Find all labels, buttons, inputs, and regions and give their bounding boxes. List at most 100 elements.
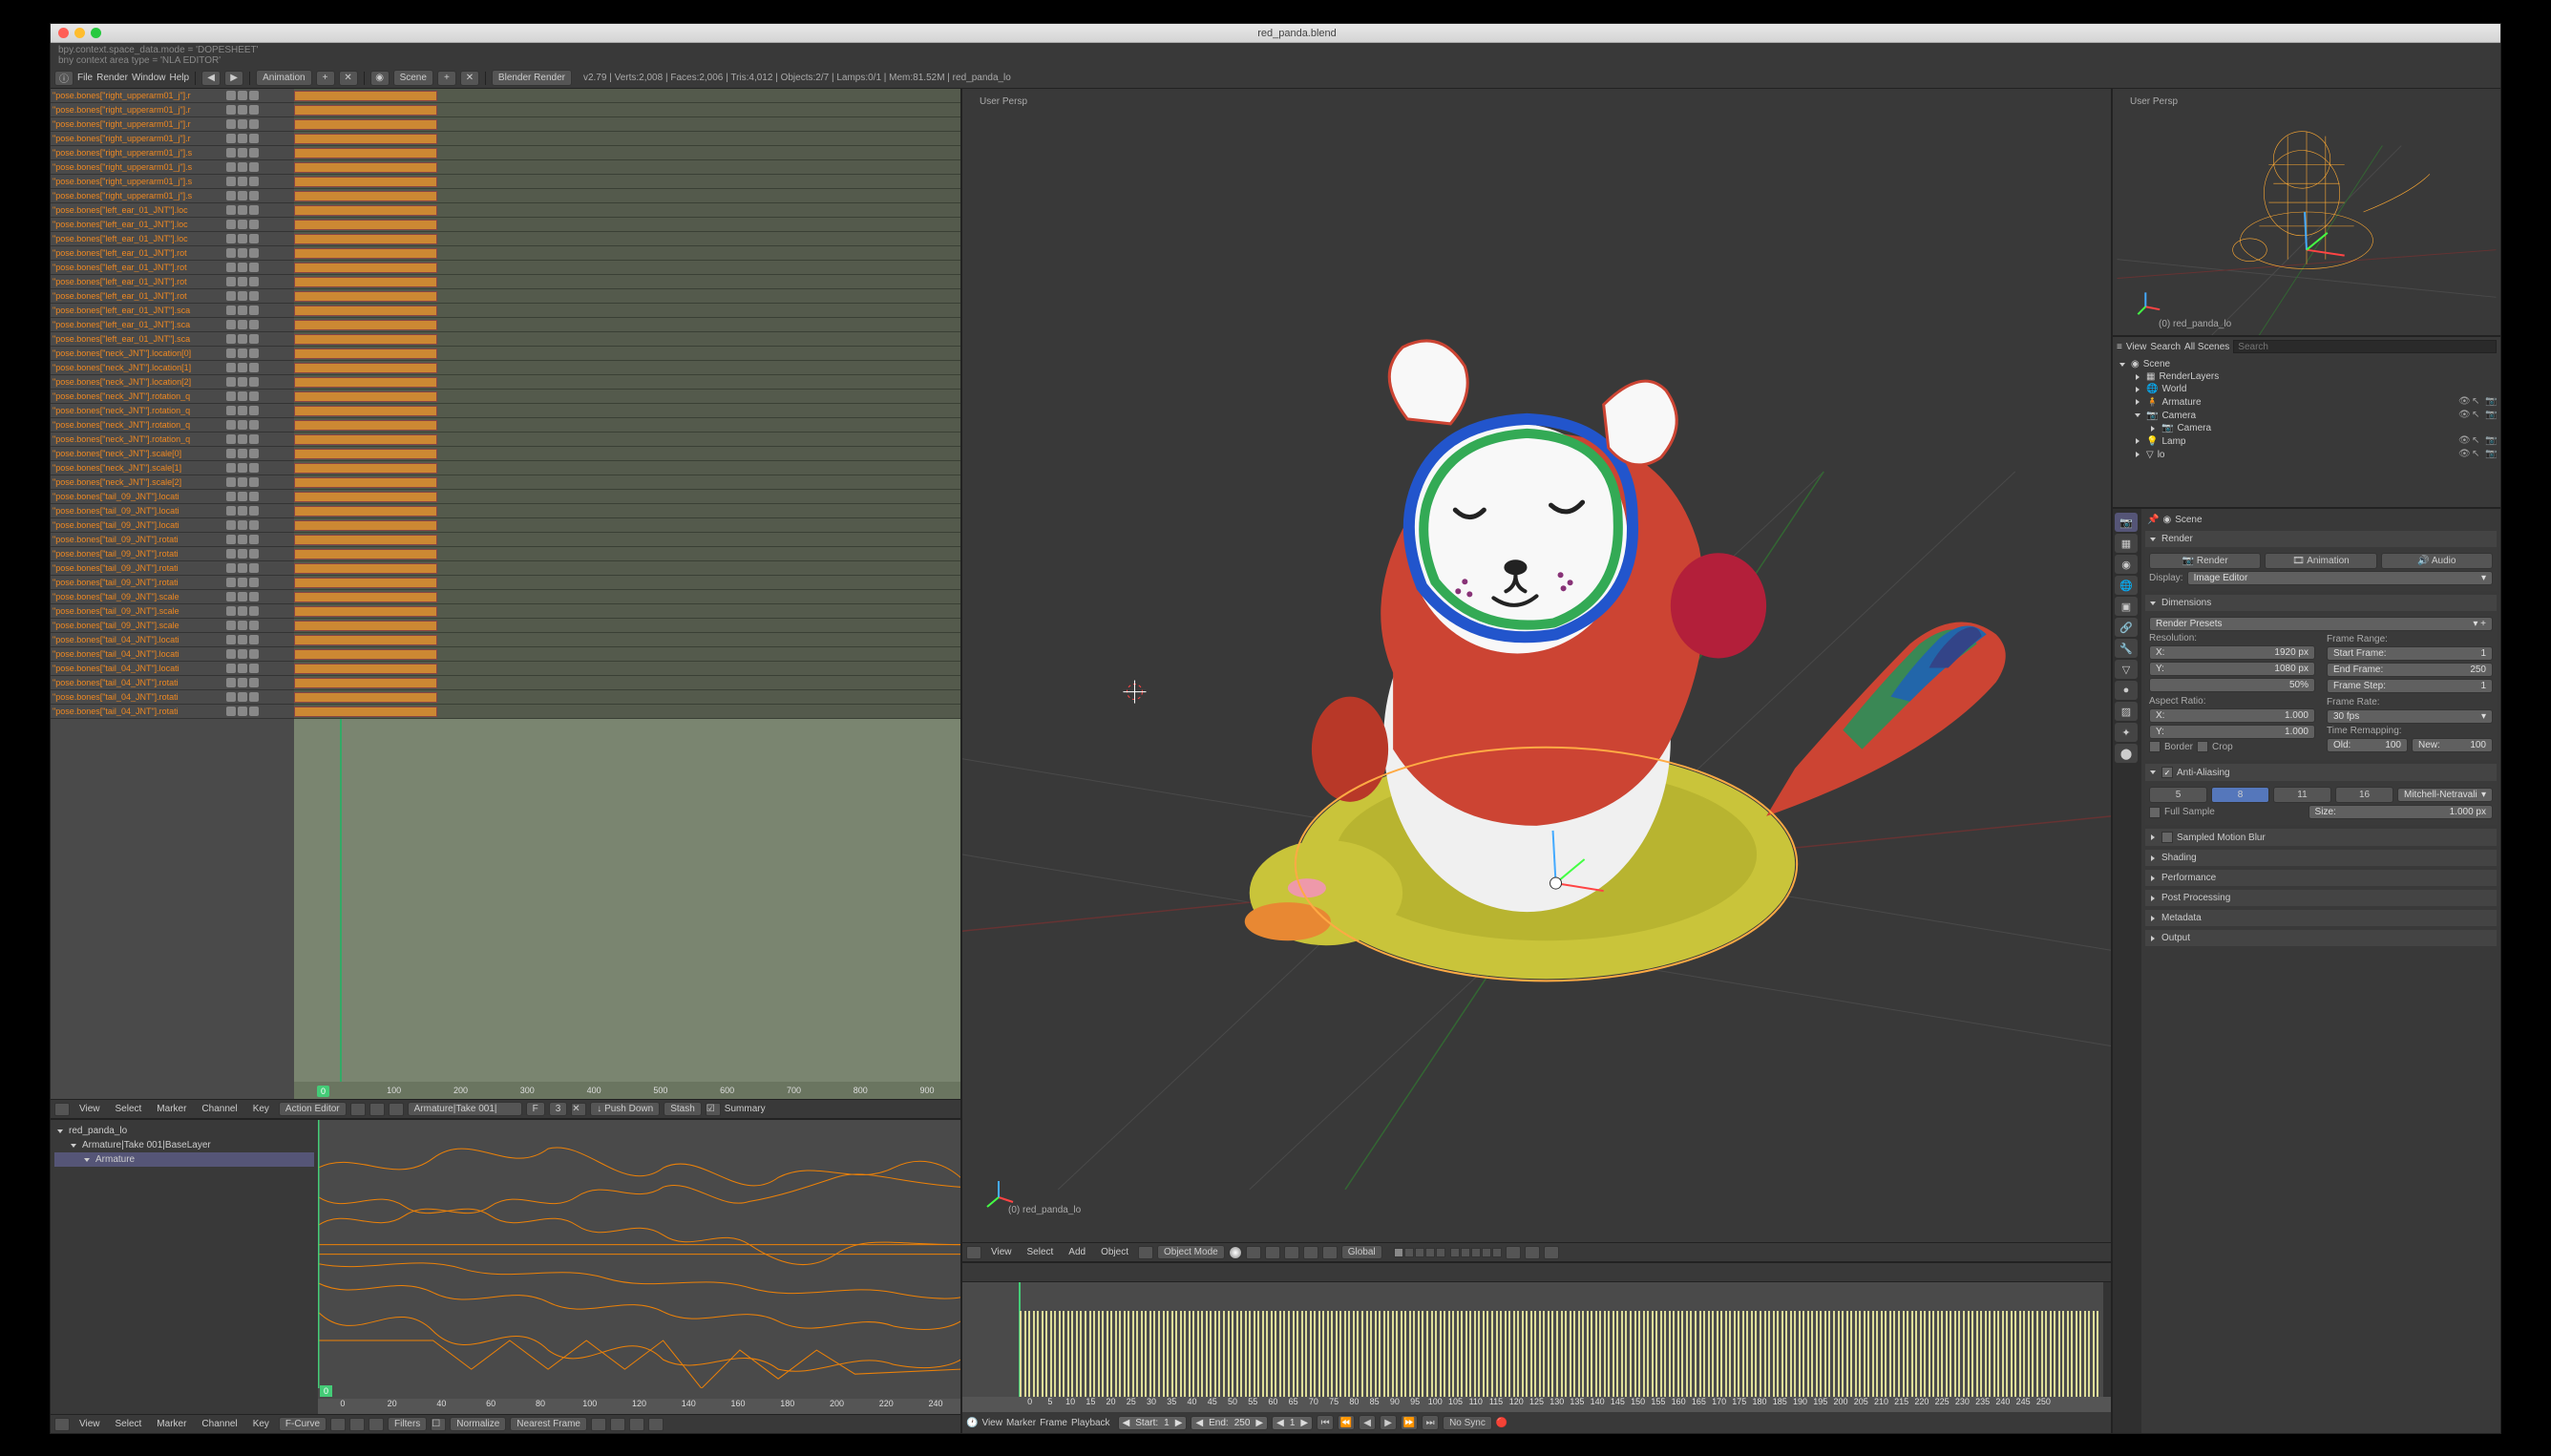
cursor-icon[interactable] [369, 1418, 384, 1431]
channel-row[interactable]: "pose.bones["right_upperarm01_j"].r [51, 89, 294, 103]
shading-solid-icon[interactable] [1229, 1246, 1242, 1259]
channel-row[interactable]: "pose.bones["right_upperarm01_j"].r [51, 117, 294, 132]
aa-panel-header[interactable]: ✓Anti-Aliasing [2145, 764, 2497, 781]
filters-button[interactable]: Filters [388, 1417, 427, 1431]
track-row[interactable] [294, 518, 960, 533]
track-row[interactable] [294, 504, 960, 518]
close-window[interactable] [58, 28, 69, 38]
track-row[interactable] [294, 662, 960, 676]
full-sample-check[interactable] [2149, 807, 2161, 818]
old-field[interactable]: Old:100 [2327, 738, 2408, 752]
res-pct-field[interactable]: 50% [2149, 678, 2315, 692]
render-tab-icon[interactable]: 📷 [2115, 513, 2138, 532]
channel-row[interactable]: "pose.bones["left_ear_01_JNT"].loc [51, 218, 294, 232]
track-row[interactable] [294, 175, 960, 189]
action-icon[interactable] [389, 1103, 404, 1116]
channel-row[interactable]: "pose.bones["left_ear_01_JNT"].sca [51, 304, 294, 318]
jump-end-icon[interactable]: ⏭ [1422, 1415, 1439, 1430]
channel-row[interactable]: "pose.bones["neck_JNT"].rotation_q [51, 390, 294, 404]
channel-row[interactable]: "pose.bones["left_ear_01_JNT"].sca [51, 318, 294, 332]
graph-tree-item[interactable]: red_panda_lo [54, 1124, 314, 1138]
panel-header[interactable]: Output [2145, 930, 2497, 946]
track-row[interactable] [294, 275, 960, 289]
aa-size-field[interactable]: Size:1.000 px [2309, 805, 2493, 819]
gr-menu-view[interactable]: View [74, 1419, 106, 1429]
ghost-icon[interactable] [350, 1103, 366, 1116]
material-tab-icon[interactable]: ● [2115, 681, 2138, 700]
animation-button[interactable]: 🎞 Animation [2265, 553, 2376, 569]
track-row[interactable] [294, 490, 960, 504]
physics-tab-icon[interactable]: ⬤ [2115, 744, 2138, 763]
track-row[interactable] [294, 390, 960, 404]
channel-row[interactable]: "pose.bones["left_ear_01_JNT"].rot [51, 289, 294, 304]
aa-8[interactable]: 8 [2211, 787, 2269, 803]
outliner-item[interactable]: 📷Camera [2117, 422, 2497, 434]
track-row[interactable] [294, 475, 960, 490]
channel-row[interactable]: "pose.bones["neck_JNT"].location[2] [51, 375, 294, 390]
summary-check[interactable]: ☑ [706, 1103, 721, 1116]
channel-row[interactable]: "pose.bones["left_ear_01_JNT"].rot [51, 275, 294, 289]
channel-row[interactable]: "pose.bones["tail_04_JNT"].locati [51, 662, 294, 676]
aspect-x-field[interactable]: X:1.000 [2149, 708, 2315, 723]
mode-select[interactable]: Object Mode [1157, 1245, 1225, 1259]
graph-mode-select[interactable]: F-Curve [279, 1417, 327, 1431]
track-row[interactable] [294, 289, 960, 304]
track-row[interactable] [294, 447, 960, 461]
channel-row[interactable]: "pose.bones["left_ear_01_JNT"].loc [51, 203, 294, 218]
channel-row[interactable]: "pose.bones["tail_09_JNT"].rotati [51, 576, 294, 590]
track-row[interactable] [294, 232, 960, 246]
frame-step-field[interactable]: Frame Step:1 [2327, 679, 2493, 693]
sync-select[interactable]: No Sync [1443, 1416, 1492, 1430]
layout-select[interactable]: Animation [256, 70, 311, 86]
channel-row[interactable]: "pose.bones["tail_09_JNT"].locati [51, 518, 294, 533]
track-row[interactable] [294, 203, 960, 218]
minimize-window[interactable] [74, 28, 85, 38]
3d-viewport[interactable]: User Persp [962, 89, 2111, 1242]
paste-icon[interactable] [629, 1418, 644, 1431]
channel-row[interactable]: "pose.bones["tail_04_JNT"].locati [51, 633, 294, 647]
track-row[interactable] [294, 619, 960, 633]
tl-menu-playback[interactable]: Playback [1071, 1418, 1110, 1428]
outliner[interactable]: ≡ View Search All Scenes ◉Scene▦RenderLa… [2113, 337, 2500, 509]
scene-add-icon[interactable]: + [437, 71, 456, 86]
graph-editor[interactable]: red_panda_loArmature|Take 001|BaseLayerA… [51, 1118, 960, 1433]
channel-row[interactable]: "pose.bones["tail_04_JNT"].rotati [51, 705, 294, 719]
channel-row[interactable]: "pose.bones["right_upperarm01_j"].r [51, 132, 294, 146]
action-del-icon[interactable]: ✕ [571, 1103, 586, 1116]
push-down-button[interactable]: ↓ Push Down [590, 1102, 660, 1116]
graph-tree-item[interactable]: Armature [54, 1152, 314, 1167]
fwd-icon[interactable]: ▶ [224, 71, 243, 86]
outliner-item[interactable]: 📷Camera👁↖📷 [2117, 409, 2497, 422]
outliner-search[interactable] [2233, 340, 2497, 353]
track-row[interactable] [294, 132, 960, 146]
prev-key-icon[interactable]: ⏪ [1338, 1415, 1355, 1430]
track-row[interactable] [294, 647, 960, 662]
filter-icon[interactable] [369, 1103, 385, 1116]
menu-window[interactable]: Window [132, 73, 166, 83]
outliner-filter[interactable]: All Scenes [2184, 342, 2229, 352]
channel-row[interactable]: "pose.bones["neck_JNT"].scale[2] [51, 475, 294, 490]
track-row[interactable] [294, 690, 960, 705]
track-row[interactable] [294, 561, 960, 576]
end-frame-field[interactable]: End Frame:250 [2327, 663, 2493, 677]
outliner-item[interactable]: 🌐World [2117, 383, 2497, 395]
track-row[interactable] [294, 218, 960, 232]
back-icon[interactable]: ◀ [201, 71, 221, 86]
tl-menu-marker[interactable]: Marker [1006, 1418, 1036, 1428]
graph-canvas[interactable]: 020406080100120140160180200220240 0 [318, 1120, 960, 1414]
track-row[interactable] [294, 433, 960, 447]
data-tab-icon[interactable]: ▽ [2115, 660, 2138, 679]
dimensions-panel-header[interactable]: Dimensions [2145, 595, 2497, 611]
panel-header[interactable]: Metadata [2145, 910, 2497, 926]
render-presets-select[interactable]: Render Presets▾ + [2149, 617, 2493, 631]
timeline-editor[interactable]: 0510152025303540455055606570758085909510… [962, 1261, 2111, 1433]
channel-row[interactable]: "pose.bones["tail_09_JNT"].locati [51, 490, 294, 504]
menu-file[interactable]: File [77, 73, 93, 83]
aa-16[interactable]: 16 [2335, 787, 2393, 803]
track-row[interactable] [294, 461, 960, 475]
channel-row[interactable]: "pose.bones["neck_JNT"].location[0] [51, 347, 294, 361]
ds-menu-view[interactable]: View [74, 1104, 106, 1114]
channel-row[interactable]: "pose.bones["neck_JNT"].rotation_q [51, 433, 294, 447]
track-row[interactable] [294, 633, 960, 647]
track-row[interactable] [294, 576, 960, 590]
